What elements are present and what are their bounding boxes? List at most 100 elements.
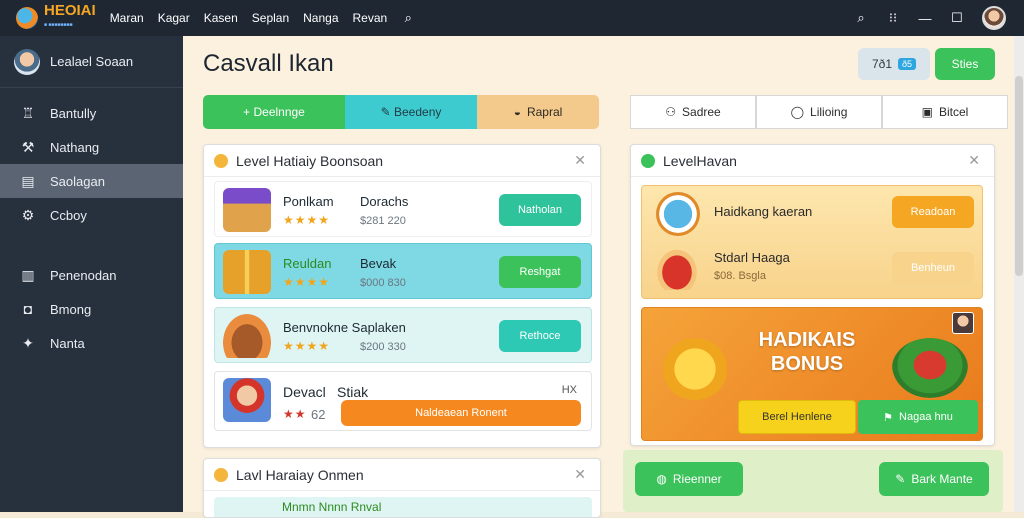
top-nav-item[interactable]: Revan xyxy=(353,11,388,25)
list-item[interactable]: Benvnokne Saplaken ★★★★ $200 330 Rethoce xyxy=(214,307,592,363)
hammer-icon: ⚒ xyxy=(21,138,35,155)
tab-bitcel[interactable]: ▣ Bitcel xyxy=(882,95,1008,129)
food-basket-icon xyxy=(654,246,700,290)
level-panel-right: LevelHavan ✕ Haidkang kaeran Readoan Std… xyxy=(630,144,995,446)
sidebar-item-penenodan[interactable]: ▥ Penenodan xyxy=(0,258,183,292)
sidebar-profile[interactable]: Lealael Soaan xyxy=(0,36,183,88)
main-content: Casvall Ikan 7ð1 ð5 Sties + Deelnnge ✎ Be… xyxy=(183,36,1024,518)
character-icon xyxy=(223,378,271,422)
nagaa-hnu-button[interactable]: ⚑ Nagaa hnu xyxy=(858,400,978,434)
sidebar-item-saolagan[interactable]: ▤ Saolagan xyxy=(0,164,183,198)
rieenner-button[interactable]: ◍ Rieenner xyxy=(635,462,743,496)
tab-bar-left: + Deelnnge ✎ Beedeny ◒ Rapral xyxy=(203,95,599,129)
panel-header: LevelHavan ✕ xyxy=(631,145,994,177)
tooth-icon: ♖ xyxy=(21,104,35,121)
shop-icon: ▥ xyxy=(21,266,35,283)
sidebar-item-bantully[interactable]: ♖ Bantully xyxy=(0,96,183,130)
level-panel-left-2: Lavl Haraiay Onmen ✕ Mnmn Nnnn Rnval xyxy=(203,458,601,518)
page-title: Casvall Ikan xyxy=(203,50,334,77)
search-icon[interactable]: ⌕ xyxy=(401,10,415,25)
folder-icon: ▤ xyxy=(21,172,35,189)
list-item[interactable]: Devacl Stiak HX ★★ 62 Naldeaean Ronent xyxy=(214,371,592,431)
puzzle-icon: ✦ xyxy=(22,334,34,351)
sidebar-item-ccboy[interactable]: ⚙ Ccboy xyxy=(0,198,183,232)
sun-coin-icon xyxy=(662,338,728,400)
status-badge[interactable]: 7ð1 ð5 xyxy=(858,48,930,80)
salad-bowl-icon xyxy=(892,338,968,398)
top-nav-item[interactable]: Kagar xyxy=(158,11,190,25)
tab-rapral[interactable]: ◒ Rapral xyxy=(477,95,599,129)
tab-lilioing[interactable]: ◯ Lilioing xyxy=(756,95,882,129)
rating-stars: ★★ xyxy=(283,407,307,421)
sidebar: Lealael Soaan ♖ Bantully ⚒ Nathang ▤ Saolag… xyxy=(0,36,183,512)
tab-bar-right: ⚇ Sadree ◯ Lilioing ▣ Bitcel xyxy=(630,95,1008,129)
bag-icon: ◘ xyxy=(23,301,33,317)
shield-icon xyxy=(656,192,700,236)
profile-name: Lealael Soaan xyxy=(50,54,134,69)
gift-box-icon xyxy=(223,250,271,294)
minimize-icon[interactable]: — xyxy=(918,11,932,26)
pencil-icon: ✎ xyxy=(895,472,906,486)
top-nav-item[interactable]: Maran xyxy=(110,11,144,25)
top-bar: HEOIAI ■ ■■■■■■■■ Maran Kagar Kasen Sepla… xyxy=(0,0,1024,36)
sidebar-item-bmong[interactable]: ◘ Bmong xyxy=(0,292,183,326)
bonus-card[interactable]: HADIKAIS BONUS Berel Henlene ⚑ Nagaa hnu xyxy=(641,307,983,441)
app-logo[interactable] xyxy=(16,7,38,29)
row-progress-button[interactable]: Naldeaean Ronent xyxy=(341,400,581,426)
bark-mante-button[interactable]: ✎ Bark Mante xyxy=(879,462,989,496)
top-nav: Maran Kagar Kasen Seplan Nanga Revan ⌕ xyxy=(110,10,416,25)
basket-icon xyxy=(223,188,271,232)
gear-icon: ⚙ xyxy=(21,206,35,223)
top-nav-item[interactable]: Kasen xyxy=(204,11,238,25)
food-bowl-icon xyxy=(223,314,271,358)
list-item[interactable]: Mnmn Nnnn Rnval xyxy=(214,497,592,517)
camera-icon: ▣ xyxy=(921,105,933,119)
berel-henlene-button[interactable]: Berel Henlene xyxy=(738,400,856,434)
maximize-icon[interactable]: ☐ xyxy=(950,10,964,25)
coin-icon xyxy=(214,467,228,482)
rating-stars: ★★★★ xyxy=(283,213,331,227)
person-icon: ⚇ xyxy=(665,105,677,119)
benheun-button[interactable]: Benheun xyxy=(892,252,974,284)
panel-header: Level Hatiaiy Boonsoan ✕ xyxy=(204,145,600,177)
top-nav-item[interactable]: Nanga xyxy=(303,11,338,25)
brand-name: HEOIAI ■ ■■■■■■■■ xyxy=(44,2,96,28)
tab-deelnnge[interactable]: + Deelnnge xyxy=(203,95,345,129)
avatar xyxy=(952,312,974,334)
tab-beedeny[interactable]: ✎ Beedeny xyxy=(345,95,477,129)
tab-sadree[interactable]: ⚇ Sadree xyxy=(630,95,756,129)
search-icon[interactable]: ⌕ xyxy=(854,10,868,25)
sties-button[interactable]: Sties xyxy=(935,48,995,80)
gift-icon: ⚑ xyxy=(883,411,894,424)
sidebar-item-nanta[interactable]: ✦ Nanta xyxy=(0,326,183,360)
controller-icon: ◍ xyxy=(656,472,667,486)
bonus-title: HADIKAIS BONUS xyxy=(758,329,856,375)
panel-header: Lavl Haraiay Onmen ✕ xyxy=(204,459,600,491)
close-icon[interactable]: ✕ xyxy=(574,466,586,483)
scrollbar[interactable] xyxy=(1014,36,1024,512)
rating-stars: ★★★★ xyxy=(283,339,331,353)
sidebar-item-nathang[interactable]: ⚒ Nathang xyxy=(0,130,183,164)
list-item[interactable]: Ponlkam Dorachs ★★★★ $281 220 Natholan xyxy=(214,181,592,237)
top-nav-item[interactable]: Seplan xyxy=(252,11,289,25)
close-icon[interactable]: ✕ xyxy=(574,152,586,169)
row-action-button[interactable]: Rethoce xyxy=(499,320,581,352)
close-icon[interactable]: ✕ xyxy=(968,152,980,169)
row-tag: HX xyxy=(561,384,577,396)
chat-icon: ◯ xyxy=(790,105,805,119)
coin-icon xyxy=(214,153,228,168)
rating-stars: ★★★★ xyxy=(283,275,331,289)
bottom-action-bar: ◍ Rieenner ✎ Bark Mante xyxy=(623,450,1003,512)
list-item[interactable]: Reuldan Bevak ★★★★ $000 830 Reshgat xyxy=(214,243,592,299)
reward-card[interactable]: Haidkang kaeran Readoan Stdarl Haaga $08… xyxy=(641,185,983,299)
row-action-button[interactable]: Natholan xyxy=(499,194,581,226)
bell-icon: ◒ xyxy=(513,105,521,119)
avatar xyxy=(14,48,40,75)
row-action-button[interactable]: Reshgat xyxy=(499,256,581,288)
menu-icon[interactable]: ⁝⁝ xyxy=(886,10,900,25)
readoan-button[interactable]: Readoan xyxy=(892,196,974,228)
avatar[interactable] xyxy=(982,6,1006,30)
check-icon xyxy=(641,153,655,168)
scrollbar-thumb[interactable] xyxy=(1015,76,1023,276)
level-panel-left: Level Hatiaiy Boonsoan ✕ Ponlkam Dorachs… xyxy=(203,144,601,448)
